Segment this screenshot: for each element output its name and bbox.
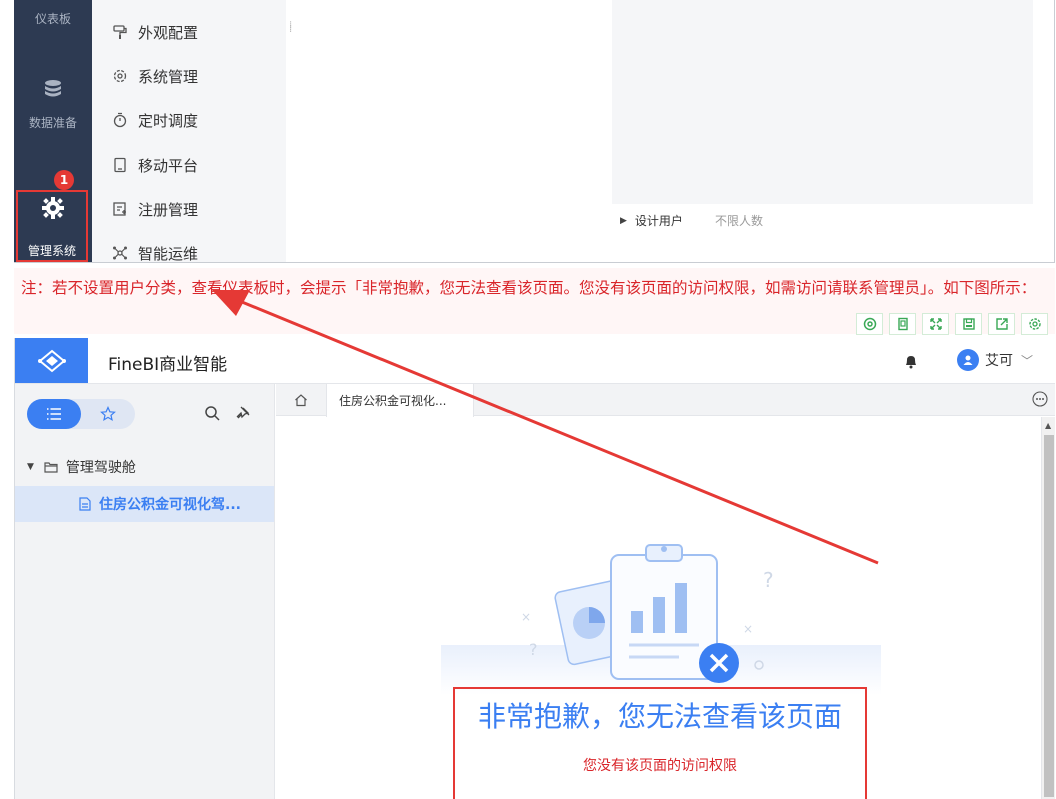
report-label: 住房公积金可视化驾... — [99, 497, 241, 513]
timer-icon — [113, 112, 127, 128]
folder-icon — [44, 462, 58, 473]
user-icon — [963, 355, 973, 365]
admin-screenshot: 仪表板 数据准备 1 管理系统 外观配置 系统管理 定时调度 移动平台 注册管理… — [14, 0, 1055, 263]
avatar — [957, 349, 979, 371]
network-icon — [113, 246, 127, 260]
menu-item-system[interactable]: 系统管理 — [112, 64, 198, 88]
menu-label: 定时调度 — [138, 111, 199, 130]
home-icon — [295, 394, 307, 407]
settings-icon — [113, 69, 127, 83]
quote-icon — [863, 317, 876, 331]
view-switcher — [27, 399, 135, 429]
menu-item-appearance[interactable]: 外观配置 — [112, 20, 198, 44]
bell-icon[interactable] — [904, 353, 918, 369]
no-permission-illustration: × ? ? × — [441, 544, 881, 695]
save-icon — [962, 318, 975, 330]
menu-item-ops[interactable]: 智能运维 — [112, 241, 199, 263]
settings-icon — [1028, 318, 1041, 330]
finebi-screenshot: FineBI商业智能 艾可 ﹀ ▼ 管理驾驶舱 住房公积金可视化驾... 住房公… — [14, 338, 1055, 799]
nav-label-manage-system: 管理系统 — [27, 244, 76, 258]
image-toolbar — [856, 313, 1048, 335]
report-content: × ? ? × 非常抱歉，您无法查看该页面 您没有该页面的访问权限 — [276, 417, 1041, 799]
design-user-row[interactable]: ▶ 设计用户 不限人数 — [620, 212, 763, 229]
save-button[interactable] — [955, 313, 982, 335]
gear-icon — [42, 197, 64, 219]
admin-sub-menu: 外观配置 系统管理 定时调度 移动平台 注册管理 智能运维 — [92, 0, 286, 263]
error-title: 非常抱歉，您无法查看该页面 — [477, 700, 842, 733]
paint-roller-icon — [113, 25, 127, 39]
tab-bar: 住房公积金可视化... — [276, 384, 1055, 417]
menu-item-schedule[interactable]: 定时调度 — [112, 108, 198, 132]
folder-label: 管理驾驶舱 — [65, 460, 136, 476]
design-user-value: 不限人数 — [714, 214, 763, 228]
nav-label-dashboard: 仪表板 — [34, 12, 71, 26]
settings-button[interactable] — [1021, 313, 1048, 335]
page-root: 仪表板 数据准备 1 管理系统 外观配置 系统管理 定时调度 移动平台 注册管理… — [0, 0, 1056, 799]
app-logo[interactable] — [15, 338, 88, 383]
menu-item-mobile[interactable]: 移动平台 — [112, 153, 198, 177]
caret-down-icon: ▼ — [27, 462, 34, 472]
copy-button[interactable] — [889, 313, 916, 335]
resize-grip[interactable]: ⁞⁞ — [289, 21, 292, 35]
dark-side-nav: 仪表板 数据准备 1 管理系统 — [14, 0, 92, 262]
mobile-icon — [114, 157, 126, 173]
diamond-logo-icon — [37, 349, 66, 372]
svg-text:×: × — [743, 622, 753, 636]
list-icon — [47, 408, 61, 420]
svg-text:?: ? — [763, 568, 774, 592]
menu-item-registration[interactable]: 注册管理 — [112, 197, 198, 221]
document-icon — [79, 497, 91, 511]
error-subtitle: 您没有该页面的访问权限 — [583, 758, 737, 774]
app-header: FineBI商业智能 艾可 ﹀ — [15, 338, 1055, 384]
folder-item[interactable]: ▼ 管理驾驶舱 — [27, 457, 136, 477]
nav-label-data-prep: 数据准备 — [28, 116, 77, 130]
menu-label: 系统管理 — [138, 67, 199, 86]
error-highlight-box: 非常抱歉，您无法查看该页面 您没有该页面的访问权限 — [453, 687, 867, 799]
report-item[interactable]: 住房公积金可视化驾... — [15, 486, 274, 522]
nav-item-manage-system[interactable]: 管理系统 — [16, 190, 88, 262]
list-view-button[interactable] — [27, 399, 81, 429]
menu-label: 移动平台 — [138, 156, 199, 175]
home-tab[interactable] — [276, 384, 326, 416]
note-text: 注：若不设置用户分类，查看仪表板时，会提示「非常抱歉，您无法查看该页面。您没有该… — [21, 279, 1037, 297]
caret-right-icon: ▶ — [620, 215, 627, 226]
share-button[interactable] — [988, 313, 1015, 335]
scroll-thumb[interactable] — [1044, 435, 1054, 797]
notification-badge: 1 — [54, 170, 74, 190]
search-icon[interactable] — [204, 405, 220, 421]
app-title: FineBI商业智能 — [108, 355, 228, 375]
user-menu[interactable]: 艾可 ﹀ — [957, 349, 1033, 371]
nav-item-dashboard[interactable]: 仪表板 — [14, 10, 92, 27]
register-icon — [113, 202, 126, 216]
share-icon — [995, 318, 1008, 330]
menu-label: 外观配置 — [138, 23, 199, 42]
scroll-up-icon[interactable]: ▲ — [1045, 421, 1051, 430]
nav-item-data-prep[interactable]: 数据准备 — [14, 78, 92, 131]
svg-text:×: × — [521, 610, 531, 624]
content-placeholder — [612, 0, 1033, 204]
design-user-label: 设计用户 — [634, 214, 683, 228]
svg-text:?: ? — [529, 640, 538, 659]
expand-button[interactable] — [922, 313, 949, 335]
expand-icon — [929, 318, 942, 330]
menu-label: 智能运维 — [138, 244, 199, 263]
favorites-button[interactable] — [81, 399, 135, 429]
chevron-down-icon: ﹀ — [1021, 353, 1034, 368]
user-name: 艾可 — [985, 353, 1013, 369]
database-icon — [45, 80, 61, 97]
directory-panel: ▼ 管理驾驶舱 住房公积金可视化驾... ⁞⁞ — [15, 384, 282, 799]
vertical-scrollbar[interactable]: ▲ — [1041, 417, 1055, 799]
tab-report[interactable]: 住房公积金可视化... — [326, 384, 474, 417]
quote-button[interactable] — [856, 313, 883, 335]
star-icon — [100, 406, 116, 422]
menu-label: 注册管理 — [138, 200, 199, 219]
more-icon[interactable] — [1032, 391, 1048, 407]
copy-icon — [897, 317, 908, 331]
pin-icon[interactable] — [235, 405, 251, 421]
